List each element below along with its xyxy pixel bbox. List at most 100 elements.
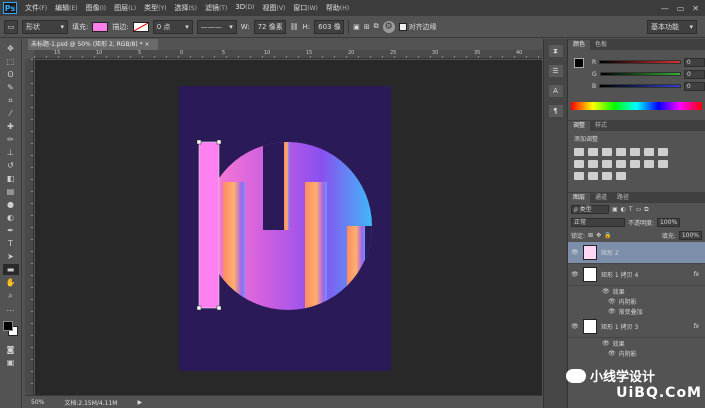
adjustment-icon[interactable]: [616, 160, 626, 168]
effect-gradient-overlay-row[interactable]: 👁 渐变叠加: [568, 306, 705, 316]
effect-inner-shadow-row[interactable]: 👁 内阴影: [568, 296, 705, 306]
align-edges-checkbox[interactable]: [398, 22, 407, 31]
handle-bottom-right[interactable]: [216, 305, 222, 311]
stroke-type-select[interactable]: ——— ▾: [196, 19, 237, 34]
adjustment-icon[interactable]: [616, 172, 626, 180]
path-select-tool-icon[interactable]: ➤: [3, 251, 19, 262]
layer-name[interactable]: 矩形 2: [601, 248, 619, 257]
healing-brush-tool-icon[interactable]: ✚: [3, 121, 19, 132]
lock-pixels-icon[interactable]: ⊠: [588, 232, 593, 239]
restore-button[interactable]: ▭: [677, 4, 685, 13]
rectangle-tool-icon[interactable]: ▬: [2, 264, 19, 275]
effects-row-2[interactable]: 👁 效果: [568, 338, 705, 348]
eyedropper-tool-icon[interactable]: ⁄: [3, 108, 19, 119]
lock-all-icon[interactable]: 🔒: [604, 232, 611, 239]
panel-tab[interactable]: 颜色: [568, 40, 591, 50]
eye-icon[interactable]: 👁: [608, 308, 616, 315]
quick-select-tool-icon[interactable]: ✎: [3, 82, 19, 93]
hand-tool-icon[interactable]: ✋: [3, 277, 19, 288]
adjustment-icon[interactable]: [658, 160, 668, 168]
path-operations-icon[interactable]: ▣: [353, 23, 360, 31]
channel-value-input[interactable]: 0: [683, 81, 705, 91]
menu-y[interactable]: 类型(Y): [140, 3, 170, 13]
fill-input[interactable]: 100%: [678, 231, 702, 240]
blur-tool-icon[interactable]: ●: [3, 199, 19, 210]
adjustment-icon[interactable]: [602, 148, 612, 156]
shape-mode-select[interactable]: 形状 ▾: [22, 19, 68, 34]
opacity-input[interactable]: 100%: [657, 218, 681, 227]
channel-slider[interactable]: [599, 84, 681, 88]
stroke-color-swatch[interactable]: [132, 21, 149, 32]
tool-preset-picker[interactable]: ▭: [4, 19, 18, 34]
color-spectrum-bar[interactable]: [571, 102, 702, 110]
quick-mask-icon[interactable]: ◙: [3, 344, 19, 355]
channel-value-input[interactable]: 0: [684, 69, 705, 79]
layer-row[interactable]: 👁 矩形 2: [568, 242, 705, 264]
blend-mode-select[interactable]: 正常: [571, 218, 625, 227]
adjustment-icon[interactable]: [574, 148, 584, 156]
adjustment-icon[interactable]: [588, 160, 598, 168]
panel-tab[interactable]: 通道: [590, 193, 612, 203]
channel-value-input[interactable]: 0: [683, 57, 705, 67]
marquee-tool-icon[interactable]: ⬚: [3, 56, 19, 67]
menu-e[interactable]: 编辑(E): [51, 3, 81, 13]
link-icon[interactable]: ⛓: [290, 23, 299, 31]
menu-l[interactable]: 图层(L): [110, 3, 140, 13]
color-fg-swatch[interactable]: [574, 58, 584, 68]
adjustment-icon[interactable]: [588, 172, 598, 180]
menu-d[interactable]: 3D(D): [231, 3, 258, 13]
menu-f[interactable]: 文件(F): [21, 3, 51, 13]
filter-type-icon[interactable]: T: [629, 206, 633, 213]
menu-i[interactable]: 图像(I): [82, 3, 110, 13]
paragraph-panel-icon[interactable]: ¶: [548, 105, 563, 117]
eraser-tool-icon[interactable]: ◧: [3, 173, 19, 184]
zoom-level[interactable]: 50%: [31, 399, 44, 406]
width-input[interactable]: 72 像素: [253, 19, 286, 34]
eye-icon[interactable]: 👁: [602, 288, 610, 295]
adjustment-icon[interactable]: [644, 148, 654, 156]
adjustment-icon[interactable]: [602, 172, 612, 180]
menu-h[interactable]: 帮助(H): [322, 3, 353, 13]
panel-tab[interactable]: 调整: [568, 121, 591, 131]
move-tool-icon[interactable]: ✥: [3, 43, 19, 54]
layer-name[interactable]: 矩形 1 拷贝 4: [601, 270, 638, 279]
align-edges-option[interactable]: 对齐边缘: [398, 22, 437, 32]
path-align-icon[interactable]: ⊞: [364, 23, 370, 31]
stroke-width-input[interactable]: 0 点 ▾: [152, 19, 193, 34]
foreground-color-swatch[interactable]: [2, 321, 13, 331]
workspace-select[interactable]: 基本功能 ▾: [647, 19, 697, 34]
effect-inner-shadow-row-2[interactable]: 👁 内阴影: [568, 348, 705, 358]
adjustment-icon[interactable]: [630, 160, 640, 168]
fx-icon[interactable]: fx: [693, 271, 699, 278]
history-panel-icon[interactable]: ⧗: [548, 45, 563, 57]
layer-filter-select[interactable]: ρ 类型: [571, 205, 609, 214]
menu-t[interactable]: 滤镜(T): [201, 3, 231, 13]
handle-top-left[interactable]: [196, 139, 202, 145]
effects-row[interactable]: 👁 效果: [568, 286, 705, 296]
layer-row[interactable]: 👁 矩形 1 拷贝 3 fx: [568, 316, 705, 338]
screen-mode-icon[interactable]: ▣: [3, 357, 19, 368]
crop-tool-icon[interactable]: ⌗: [3, 95, 19, 106]
adjustment-icon[interactable]: [574, 160, 584, 168]
brush-tool-icon[interactable]: ✏: [3, 134, 19, 145]
adjustment-icon[interactable]: [658, 148, 668, 156]
panel-tab[interactable]: 样式: [590, 121, 612, 131]
gradient-tool-icon[interactable]: ▤: [3, 186, 19, 197]
fx-icon[interactable]: fx: [693, 323, 699, 330]
adjustment-icon[interactable]: [574, 172, 584, 180]
visibility-eye-icon[interactable]: 👁: [571, 249, 579, 256]
handle-bottom-left[interactable]: [196, 305, 202, 311]
fill-color-swatch[interactable]: [92, 21, 109, 32]
height-input[interactable]: 603 像: [314, 19, 345, 34]
canvas-area[interactable]: [35, 60, 542, 395]
channel-slider[interactable]: [599, 60, 681, 64]
character-panel-icon[interactable]: A: [548, 85, 563, 97]
panel-tab[interactable]: 色板: [590, 40, 612, 50]
lock-position-icon[interactable]: ✥: [596, 232, 601, 239]
handle-top-right[interactable]: [216, 139, 222, 145]
adjustment-icon[interactable]: [588, 148, 598, 156]
filter-adjust-icon[interactable]: ◐: [621, 206, 626, 213]
minimize-button[interactable]: —: [661, 4, 669, 13]
properties-panel-icon[interactable]: ☰: [548, 65, 563, 77]
dodge-tool-icon[interactable]: ◐: [3, 212, 19, 223]
